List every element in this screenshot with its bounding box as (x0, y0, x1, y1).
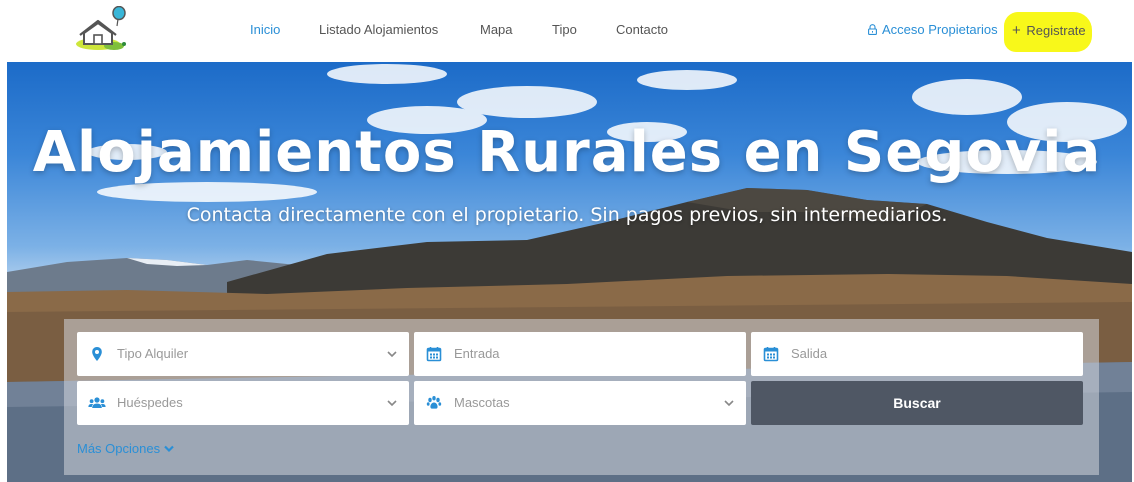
calendar-icon (426, 347, 442, 362)
site-header: Inicio Listado Alojamientos Mapa Tipo Co… (0, 0, 1134, 62)
register-link[interactable]: + Registrate (1012, 22, 1086, 39)
owner-access-link[interactable]: Acceso Propietarios (868, 22, 998, 37)
nav-item-inicio[interactable]: Inicio (250, 22, 280, 37)
check-out-placeholder: Salida (791, 346, 828, 361)
plus-icon: + (1012, 22, 1021, 39)
paw-icon (426, 396, 442, 409)
map-pin-icon (92, 347, 102, 361)
more-options-label: Más Opciones (77, 441, 161, 456)
nav-item-mapa[interactable]: Mapa (480, 22, 513, 37)
chevron-down-icon (387, 351, 397, 358)
pets-select[interactable]: Mascotas (414, 381, 746, 425)
rental-type-select[interactable]: Tipo Alquiler (77, 332, 409, 376)
owner-access-label: Acceso Propietarios (882, 22, 998, 37)
register-label: Registrate (1026, 23, 1086, 38)
nav-item-contacto[interactable]: Contacto (616, 22, 668, 37)
more-options-link[interactable]: Más Opciones (77, 441, 174, 456)
nav-item-listado-alojamientos[interactable]: Listado Alojamientos (319, 22, 438, 37)
site-logo[interactable] (62, 6, 142, 52)
check-in-placeholder: Entrada (454, 346, 500, 361)
nav-item-tipo[interactable]: Tipo (552, 22, 577, 37)
guests-select[interactable]: Huéspedes (77, 381, 409, 425)
calendar-icon (763, 347, 779, 362)
chevron-down-icon (164, 445, 174, 453)
hero-subtitle: Contacta directamente con el propietario… (186, 204, 948, 226)
check-out-input[interactable]: Salida (751, 332, 1083, 376)
hero-title: Alojamientos Rurales en Segovia (32, 120, 1102, 185)
chevron-down-icon (724, 400, 734, 407)
pets-placeholder: Mascotas (454, 395, 510, 410)
search-button[interactable]: Buscar (751, 381, 1083, 425)
rental-type-placeholder: Tipo Alquiler (117, 346, 189, 361)
lock-icon (868, 24, 877, 35)
guests-placeholder: Huéspedes (117, 395, 183, 410)
users-icon (88, 397, 106, 408)
check-in-input[interactable]: Entrada (414, 332, 746, 376)
chevron-down-icon (387, 400, 397, 407)
